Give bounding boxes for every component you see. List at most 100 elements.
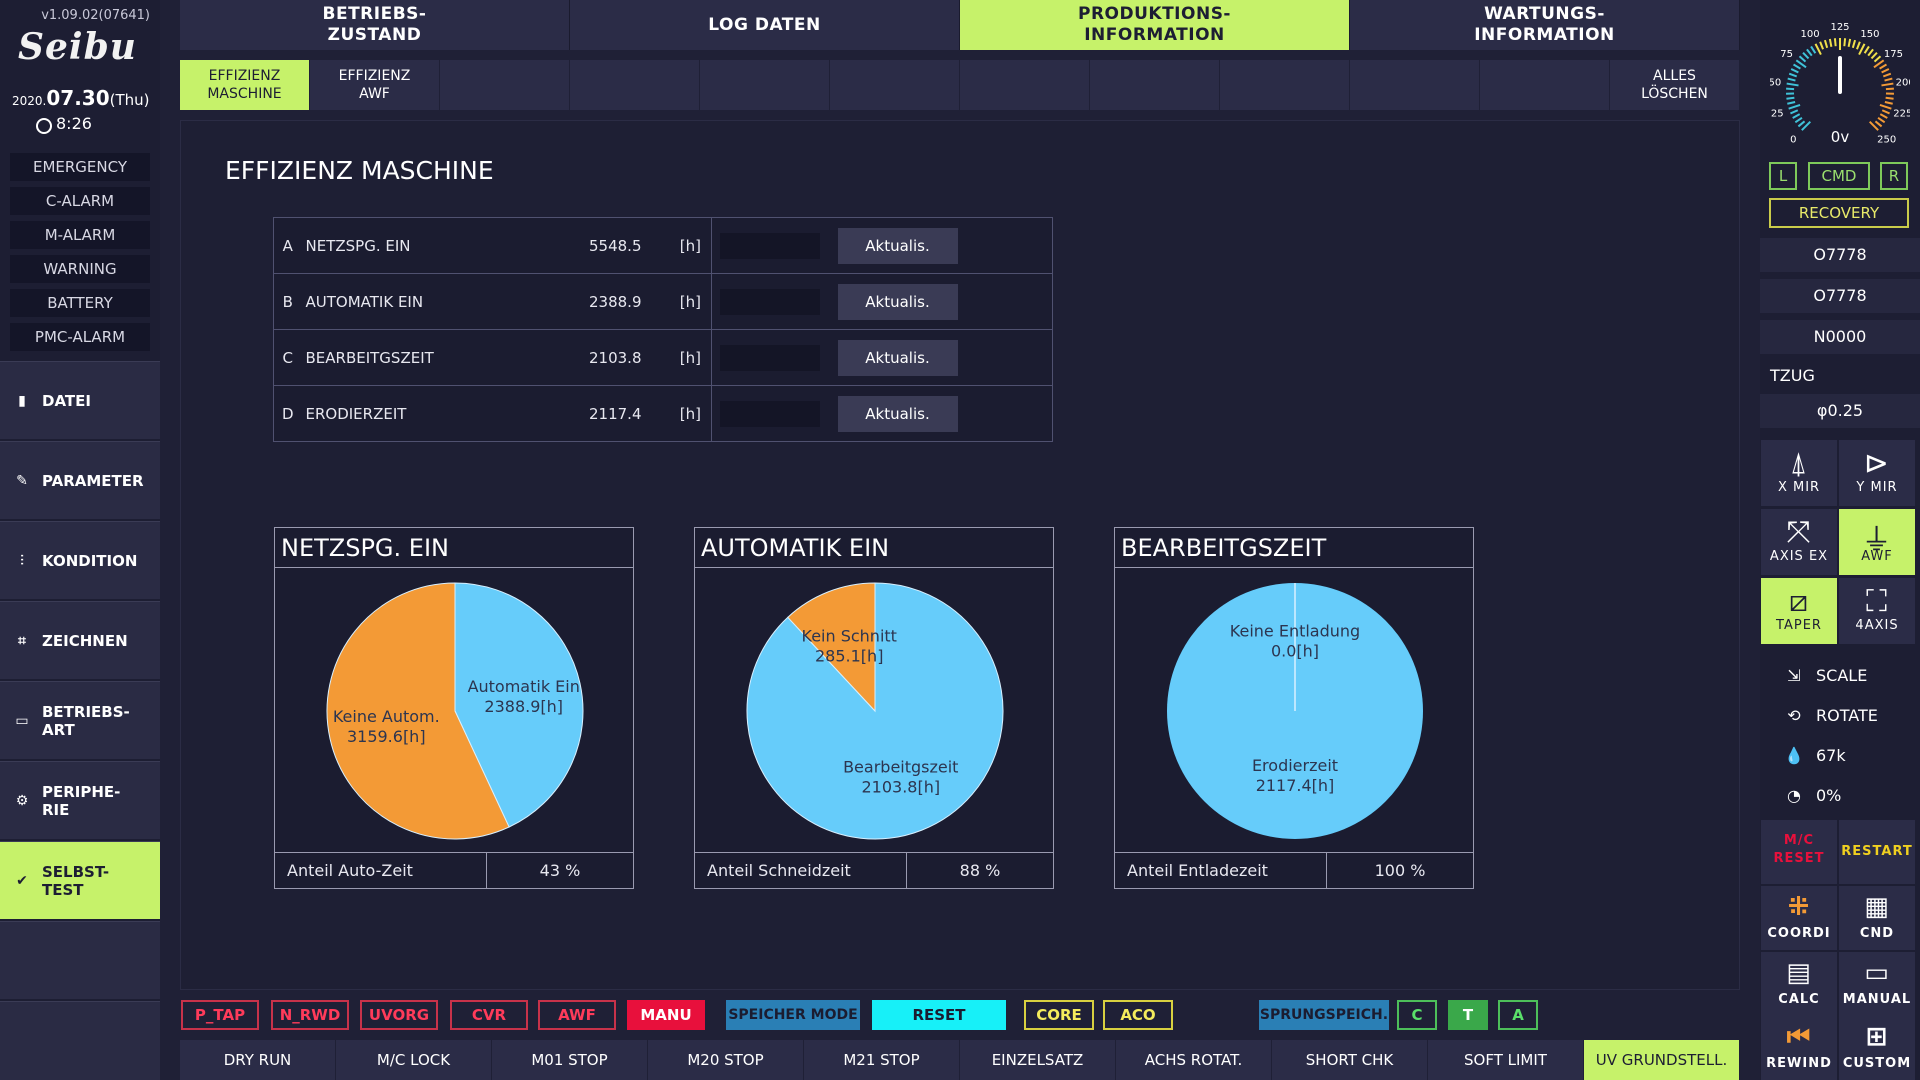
date-display: 2020.07.30(Thu) [12,86,150,110]
pie-chart: Bearbeitgszeit2103.8[h] Kein Schnitt285.1… [746,582,1004,840]
pie-footer-label: Anteil Schneidzeit [695,853,907,888]
gauge-tick-label: 50 [1770,78,1781,89]
row-letter: B [273,273,302,330]
condition-icon: ▦ [1864,892,1890,922]
rotate-icon: ⟲ [1787,705,1801,725]
manual-button[interactable]: ▭ MANUAL [1839,952,1915,1016]
alarm-battery: BATTERY [10,289,150,317]
row-unit: [h] [651,217,712,274]
mc-lock-button[interactable]: M/C LOCK [336,1040,492,1080]
override-row: ◔ 0% [1760,776,1920,814]
gauge-tick [1788,104,1801,110]
row-input-field[interactable] [720,400,820,427]
recovery-button[interactable]: RECOVERY [1769,198,1909,228]
x-mir-button[interactable]: ⍋ X MIR [1761,440,1837,506]
awf-button[interactable]: ⏚ AWF [1839,509,1915,575]
4axis-button[interactable]: ⛶ 4AXIS [1839,578,1915,644]
table-row: C BEARBEITGSZEIT 2103.8 [h] Aktualis. [273,329,1053,386]
wrench-icon: ✎ [16,472,28,489]
drop-icon: 💧 [1784,745,1804,765]
sequence-row: N0000 [1760,320,1920,354]
gauge-tick [1881,68,1890,74]
gauge-tick [1877,117,1886,124]
pie-chart: Erodierzeit2117.4[h] Keine Entladung0.0[h… [1167,583,1423,839]
mc-reset-button[interactable]: M/C RESET [1761,820,1837,884]
einzelsatz-button[interactable]: EINZELSATZ [960,1040,1116,1080]
l-button[interactable]: L [1769,162,1797,190]
row-input-field[interactable] [720,288,820,315]
aktualis-button[interactable]: Aktualis. [837,395,958,432]
aktualis-button[interactable]: Aktualis. [837,227,958,264]
gauge-tick-label: 0 [1790,135,1796,146]
tab-betriebszustand[interactable]: BETRIEBS- ZUSTAND [180,0,570,50]
rotate-row[interactable]: ⟲ ROTATE [1760,696,1920,734]
row-unit: [h] [651,385,712,442]
alarm-pmc-alarm: PMC-ALARM [10,323,150,351]
gauge-tick [1819,41,1824,50]
menu-betriebsart[interactable]: ▭ BETRIEBS- ART [0,681,160,759]
tab-produktionsinformation[interactable]: PRODUKTIONS- INFORMATION [960,0,1350,50]
row-value: 2117.4 [531,385,652,442]
gauge-tick [1814,43,1822,56]
gauge-tick [1863,45,1870,54]
gauge-tick [1858,43,1866,56]
menu-selbsttest[interactable]: ✔ SELBST- TEST [0,841,160,919]
gauge-tick [1879,104,1892,110]
rewind-button[interactable]: ⏮ REWIND [1761,1016,1837,1080]
r-button[interactable]: R [1880,162,1908,190]
y-mir-button[interactable]: ⊳ Y MIR [1839,440,1915,506]
status-uvorg: UVORG [360,1000,438,1030]
cnd-button[interactable]: ▦ CND [1839,886,1915,950]
rewind-icon: ⏮ [1786,1022,1812,1052]
soft-limit-button[interactable]: SOFT LIMIT [1428,1040,1584,1080]
m01-stop-button[interactable]: M01 STOP [492,1040,648,1080]
gauge-tick [1797,120,1806,128]
m21-stop-button[interactable]: M21 STOP [804,1040,960,1080]
alarm-m-alarm: M-ALARM [10,221,150,249]
short-chk-button[interactable]: SHORT CHK [1272,1040,1428,1080]
taper-button[interactable]: ⧄ TAPER [1761,578,1837,644]
menu-peripherie[interactable]: ⚙ PERIPHE- RIE [0,761,160,839]
pie-slice-value: 2103.8[h] [861,778,940,797]
gauge-tick-label: 75 [1780,49,1793,60]
achs-rotat-button[interactable]: ACHS ROTAT. [1116,1040,1272,1080]
gauge-tick [1787,77,1796,82]
gauge-tick-label: 100 [1800,29,1819,40]
gauge-tick-label: 25 [1771,108,1784,119]
aktualis-button[interactable]: Aktualis. [837,283,958,320]
menu-zeichnen[interactable]: ⌗ ZEICHNEN [0,601,160,679]
row-letter: C [273,329,302,386]
pie-slice-value: 285.1[h] [815,646,883,665]
y-mirror-icon: ⊳ [1863,446,1891,481]
tab-wartungsinformation[interactable]: WARTUNGS- INFORMATION [1350,0,1740,50]
gauge-tick [1790,68,1799,74]
status-reset: RESET [872,1000,1006,1030]
row-name: NETZSPG. EIN [301,217,532,274]
menu-datei[interactable]: ▮ DATEI [0,361,160,439]
dry-run-button[interactable]: DRY RUN [180,1040,336,1080]
row-input-field[interactable] [720,232,820,259]
m20-stop-button[interactable]: M20 STOP [648,1040,804,1080]
custom-button[interactable]: ⊞ CUSTOM [1839,1016,1915,1080]
cmd-button[interactable]: CMD [1808,162,1870,190]
pie-slice-label: Keine Autom. [333,707,440,726]
subtab-effizienz-awf[interactable]: EFFIZIENZ AWF [310,60,440,110]
calc-button[interactable]: ▤ CALC [1761,952,1837,1016]
gauge-tick [1879,63,1887,70]
restart-button[interactable]: RESTART [1839,820,1915,884]
status-aco: ACO [1103,1000,1173,1030]
menu-kondition[interactable]: ⫶ KONDITION [0,521,160,599]
coordi-button[interactable]: ⁜ COORDI [1761,886,1837,950]
status-manu: MANU [627,1000,705,1030]
row-input-field[interactable] [720,344,820,371]
gauge-tick [1786,87,1795,91]
tab-log-daten[interactable]: LOG DATEN [570,0,960,50]
scale-row[interactable]: ⇲ SCALE [1760,656,1920,694]
pie-slice-value: 2388.9[h] [484,697,563,716]
axis-ex-button[interactable]: ⤧ AXIS EX [1761,509,1837,575]
menu-parameter[interactable]: ✎ PARAMETER [0,441,160,519]
clear-all-button[interactable]: ALLES LÖSCHEN [1610,60,1740,110]
subtab-effizienz-maschine[interactable]: EFFIZIENZ MASCHINE [180,60,310,110]
aktualis-button[interactable]: Aktualis. [837,339,958,376]
uv-grundstell-button[interactable]: UV GRUNDSTELL. [1584,1040,1740,1080]
